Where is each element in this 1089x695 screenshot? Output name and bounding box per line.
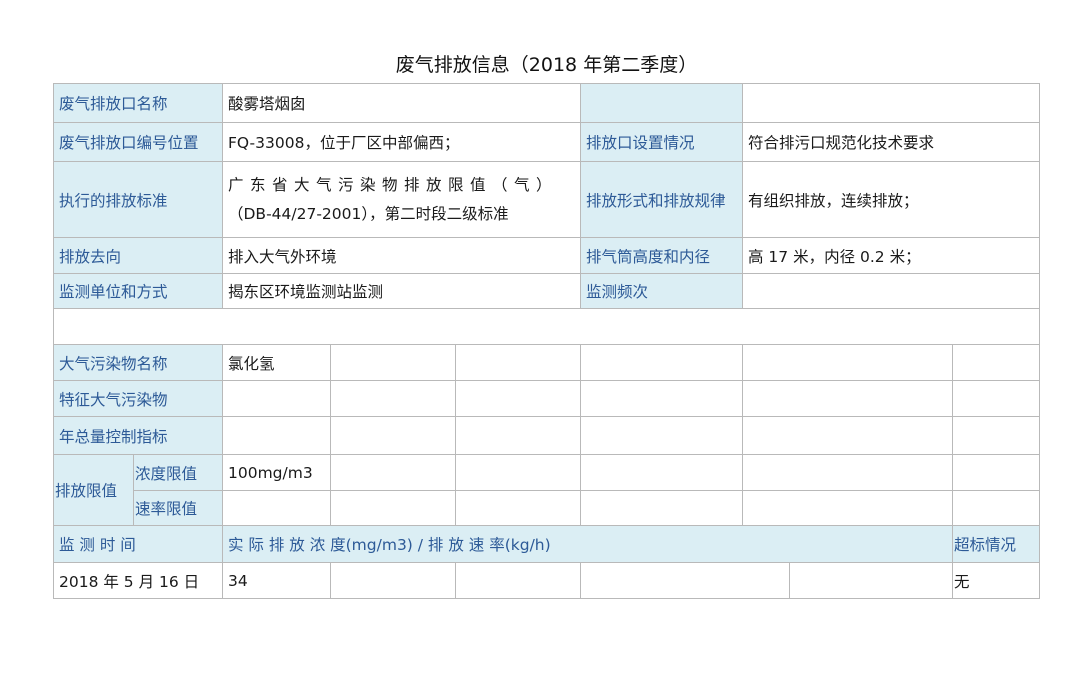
- rate-limit-value: [222, 490, 331, 526]
- pollutant-cell: [742, 490, 953, 526]
- pollutant-cell: [330, 380, 456, 417]
- record-date: 2018 年 5 月 16 日: [53, 562, 223, 599]
- pollutant-cell: [952, 416, 1040, 455]
- exceed-header: 超标情况: [952, 525, 1040, 563]
- outlet-name-label: 废气排放口名称: [53, 83, 223, 123]
- separator-row: [53, 308, 1040, 345]
- standard-line-1: 广东省大气污染物排放限值（气）: [228, 175, 559, 194]
- record-value: 34: [222, 562, 331, 599]
- record-cell: [789, 562, 953, 599]
- pollutant-cell: [742, 416, 953, 455]
- pollutant-name-label: 大气污染物名称: [53, 344, 223, 381]
- frequency-label: 监测频次: [580, 273, 743, 309]
- record-exceed: 无: [952, 562, 1040, 599]
- actual-emission-header: 实 际 排 放 浓 度(mg/m3) / 排 放 速 率(kg/h): [222, 525, 953, 563]
- emission-form-label: 排放形式和排放规律: [580, 161, 743, 238]
- pollutant-cell: [455, 416, 581, 455]
- pollutant-cell: [580, 380, 743, 417]
- pollutant-cell: [952, 490, 1040, 526]
- pollutant-cell: [580, 490, 743, 526]
- page-title: 废气排放信息（2018 年第二季度）: [395, 54, 698, 76]
- outlet-code-value: FQ-33008，位于厂区中部偏西；: [222, 122, 581, 162]
- monitor-value: 揭东区环境监测站监测: [222, 273, 581, 309]
- pollutant-cell: [580, 454, 743, 491]
- empty-header-cell: [580, 83, 743, 123]
- pollutant-cell: [952, 454, 1040, 491]
- pollutant-name-value: 氯化氢: [222, 344, 331, 381]
- outlet-setting-label: 排放口设置情况: [580, 122, 743, 162]
- pollutant-cell: [952, 344, 1040, 381]
- outlet-setting-value: 符合排污口规范化技术要求: [742, 122, 1040, 162]
- monitor-label: 监测单位和方式: [53, 273, 223, 309]
- pollutant-cell: [455, 454, 581, 491]
- standard-value: 广东省大气污染物排放限值（气） （DB-44/27-2001），第二时段二级标准: [222, 161, 581, 238]
- pollutant-cell: [455, 380, 581, 417]
- pollutant-cell: [580, 344, 743, 381]
- stack-value: 高 17 米，内径 0.2 米；: [742, 237, 1040, 274]
- pollutant-cell: [330, 490, 456, 526]
- outlet-name-value: 酸雾塔烟囱: [222, 83, 581, 123]
- pollutant-cell: [742, 380, 953, 417]
- pollutant-cell: [580, 416, 743, 455]
- direction-label: 排放去向: [53, 237, 223, 274]
- pollutant-cell: [222, 380, 331, 417]
- pollutant-cell: [455, 490, 581, 526]
- monitor-time-header: 监 测 时 间: [53, 525, 223, 563]
- emission-table: 废气排放口名称 酸雾塔烟囱 废气排放口编号位置 FQ-33008，位于厂区中部偏…: [53, 83, 1040, 599]
- pollutant-cell: [330, 454, 456, 491]
- pollutant-cell: [222, 416, 331, 455]
- standard-line-2: （DB-44/27-2001），第二时段二级标准: [228, 204, 509, 223]
- pollutant-cell: [455, 344, 581, 381]
- emission-form-value: 有组织排放，连续排放；: [742, 161, 1040, 238]
- direction-value: 排入大气外环境: [222, 237, 581, 274]
- standard-label: 执行的排放标准: [53, 161, 223, 238]
- record-cell: [580, 562, 790, 599]
- annual-total-label: 年总量控制指标: [53, 416, 223, 455]
- pollutant-cell: [330, 344, 456, 381]
- rate-limit-label: 速率限值: [133, 490, 223, 526]
- feature-pollutant-label: 特征大气污染物: [53, 380, 223, 417]
- pollutant-cell: [742, 344, 953, 381]
- record-cell: [330, 562, 456, 599]
- stack-label: 排气筒高度和内径: [580, 237, 743, 274]
- frequency-value: [742, 273, 1040, 309]
- empty-value-cell: [742, 83, 1040, 123]
- pollutant-cell: [742, 454, 953, 491]
- outlet-code-label: 废气排放口编号位置: [53, 122, 223, 162]
- concentration-limit-label: 浓度限值: [133, 454, 223, 491]
- pollutant-cell: [952, 380, 1040, 417]
- concentration-limit-value: 100mg/m3: [222, 454, 331, 491]
- pollutant-cell: [330, 416, 456, 455]
- record-cell: [455, 562, 581, 599]
- emission-limit-label: 排放限值: [53, 454, 134, 526]
